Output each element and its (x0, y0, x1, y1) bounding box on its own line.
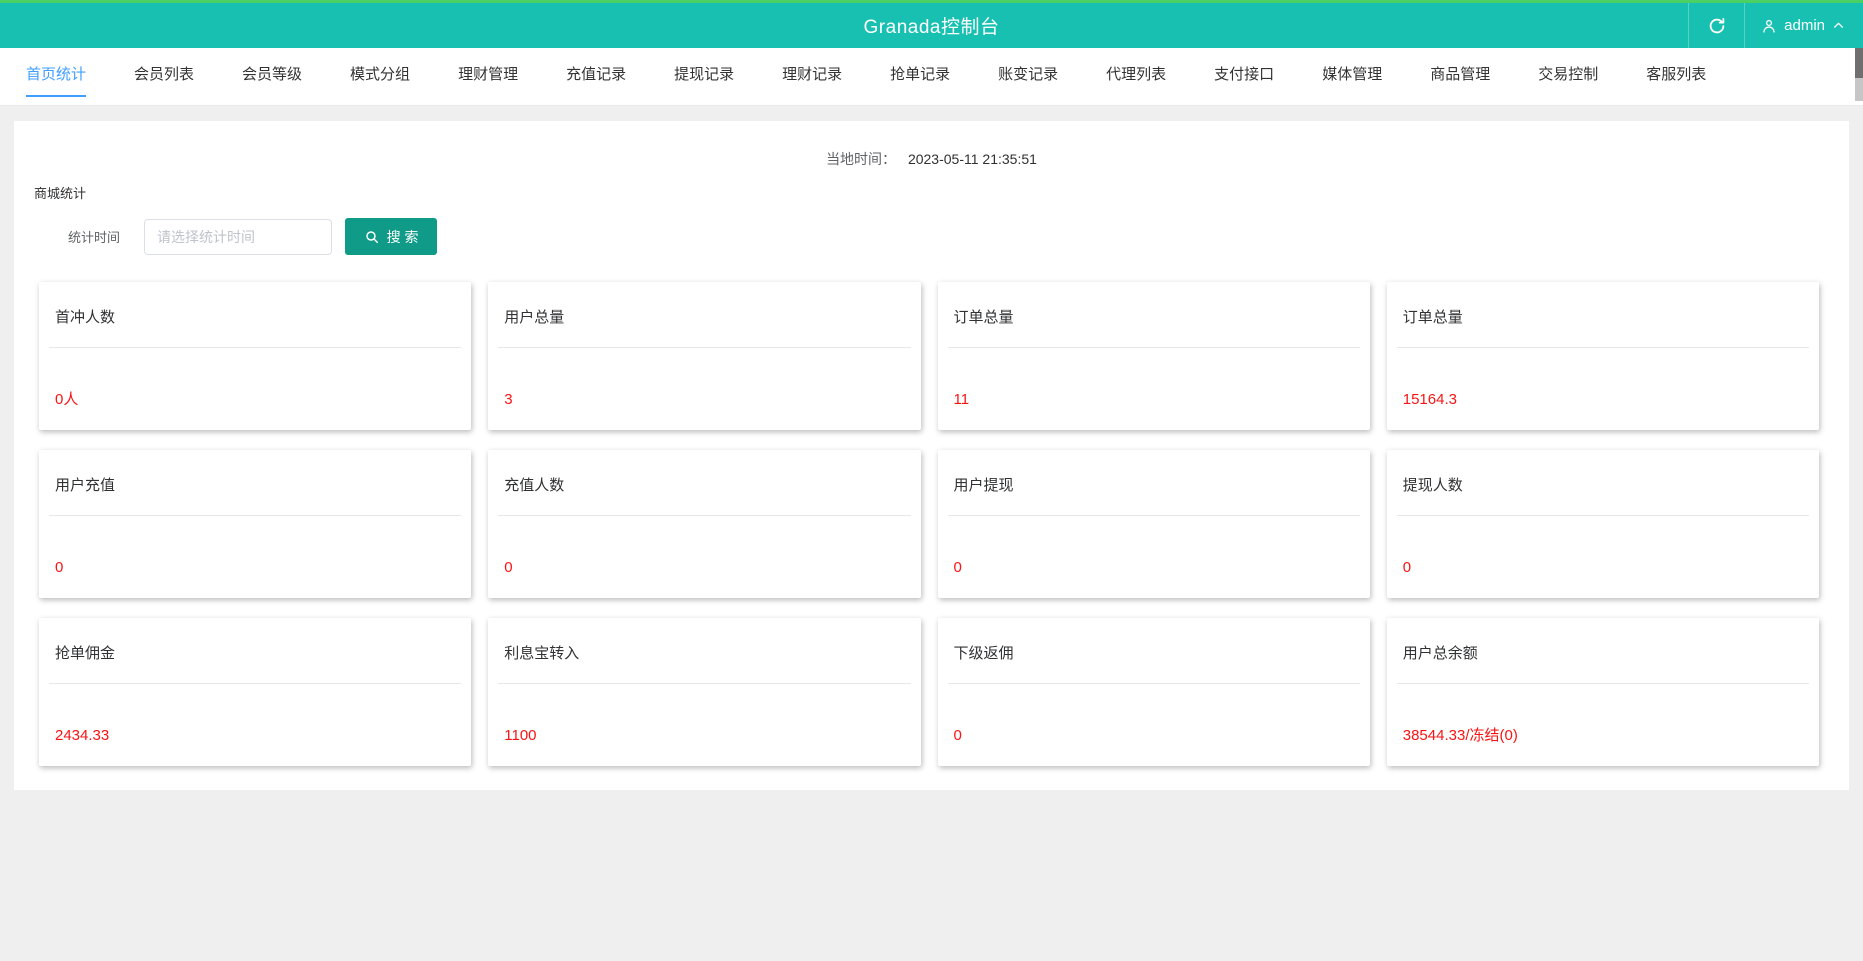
scrollbar-track (1855, 78, 1863, 101)
nav-tab-label: 代理列表 (1106, 65, 1167, 83)
app-header: Granada控制台 admin (0, 3, 1863, 48)
local-time-row: 当地时间： 2023-05-11 21:35:51 (14, 121, 1849, 169)
stat-card-value: 0 (953, 727, 962, 744)
stat-card-user-withdraw: 用户提现 0 (937, 450, 1370, 598)
search-button-label: 搜 索 (386, 228, 419, 245)
stat-card-title: 用户总余额 (1402, 645, 1478, 662)
stat-card-title: 用户总量 (504, 309, 565, 326)
search-icon (365, 230, 378, 243)
stat-card-subordinate-rebate: 下级返佣 0 (937, 618, 1370, 766)
stat-time-input[interactable] (144, 218, 333, 255)
search-button[interactable]: 搜 索 (345, 218, 438, 255)
stat-card-value: 3 (504, 391, 513, 408)
stat-card-title: 充值人数 (504, 477, 565, 494)
nav-tab-customer-service-list[interactable]: 客服列表 (1622, 57, 1730, 97)
nav-tab-label: 模式分组 (350, 65, 411, 83)
stat-card-value: 38544.33/冻结(0) (1402, 727, 1518, 744)
nav-tab-media-manage[interactable]: 媒体管理 (1298, 57, 1406, 97)
nav-tab-label: 客服列表 (1646, 65, 1707, 83)
nav-tab-trade-control[interactable]: 交易控制 (1514, 57, 1622, 97)
section-title: 商城统计 (34, 186, 87, 201)
stat-card-recharge-users: 充值人数 0 (488, 450, 921, 598)
nav-tab-label: 商品管理 (1430, 65, 1491, 83)
nav-tab-finance-records[interactable]: 理财记录 (758, 57, 866, 97)
stat-card-value: 0 (1402, 559, 1412, 576)
local-time-label: 当地时间： (826, 151, 897, 167)
nav-tab-finance-manage[interactable]: 理财管理 (434, 57, 542, 97)
scrollbar-thumb[interactable] (1855, 48, 1863, 78)
nav-tab-home-stats[interactable]: 首页统计 (2, 57, 110, 97)
stat-card-value: 1100 (504, 727, 537, 744)
stat-card-title: 下级返佣 (953, 645, 1014, 662)
nav-tab-label: 会员等级 (242, 65, 303, 83)
refresh-button[interactable] (1688, 3, 1744, 48)
stat-card-title: 首冲人数 (55, 309, 116, 326)
nav-tab-account-change-records[interactable]: 账变记录 (974, 57, 1082, 97)
user-menu[interactable]: admin (1744, 3, 1863, 48)
nav-tab-member-level[interactable]: 会员等级 (218, 57, 326, 97)
filter-label: 统计时间 (68, 230, 121, 245)
stat-card-first-recharge-users: 首冲人数 0人 (39, 282, 472, 430)
refresh-icon (1709, 17, 1724, 33)
stat-card-value: 0 (504, 559, 513, 576)
nav-tab-label: 支付接口 (1214, 65, 1275, 83)
stat-card-grab-commission: 抢单佣金 2434.33 (39, 618, 472, 766)
nav-tab-payment-api[interactable]: 支付接口 (1190, 57, 1298, 97)
stat-card-interest-transfer-in: 利息宝转入 1100 (488, 618, 921, 766)
stat-card-value: 0 (55, 559, 64, 576)
nav-tab-label: 提现记录 (674, 65, 735, 83)
stat-card-value: 0 (953, 559, 962, 576)
stat-card-title: 订单总量 (1402, 309, 1463, 326)
stat-card-title: 提现人数 (1402, 477, 1463, 494)
nav-tab-label: 理财管理 (458, 65, 519, 83)
nav-tab-product-manage[interactable]: 商品管理 (1406, 57, 1514, 97)
content-panel: 当地时间： 2023-05-11 21:35:51 商城统计 统计时间 搜 索 … (14, 121, 1849, 790)
stat-card-withdraw-users: 提现人数 0 (1386, 450, 1819, 598)
stat-card-total-order-amount: 订单总量 15164.3 (1386, 282, 1819, 430)
filter-row: 统计时间 搜 索 (68, 218, 1849, 255)
chevron-up-icon (1834, 22, 1843, 28)
stat-card-user-recharge: 用户充值 0 (39, 450, 472, 598)
nav-tab-agent-list[interactable]: 代理列表 (1082, 57, 1190, 97)
nav-tab-member-list[interactable]: 会员列表 (110, 57, 218, 97)
stat-card-title: 订单总量 (953, 309, 1014, 326)
nav-tab-recharge-records[interactable]: 充值记录 (542, 57, 650, 97)
nav-tab-label: 充值记录 (566, 65, 627, 83)
stats-grid: 首冲人数 0人 用户总量 3 订单总量 11 订单总量 15164.3 用户充值 0 充值人数 0 用户… (39, 282, 1819, 766)
nav-tab-withdraw-records[interactable]: 提现记录 (650, 57, 758, 97)
user-icon (1763, 19, 1775, 33)
stat-card-total-orders: 订单总量 11 (937, 282, 1370, 430)
stat-card-total-users: 用户总量 3 (488, 282, 921, 430)
local-time-value: 2023-05-11 21:35:51 (907, 151, 1037, 167)
nav-tab-label: 账变记录 (998, 65, 1059, 83)
stat-card-title: 利息宝转入 (504, 645, 580, 662)
nav-tab-label: 理财记录 (782, 65, 843, 83)
stat-card-value: 2434.33 (55, 727, 110, 744)
stat-card-value: 11 (953, 391, 970, 408)
nav-tab-label: 会员列表 (134, 65, 195, 83)
nav-tab-label: 抢单记录 (890, 65, 951, 83)
nav-tabs: 首页统计 会员列表 会员等级 模式分组 理财管理 充值记录 提现记录 理财记录 抢单记录 账变记录… (0, 48, 1863, 106)
app-title: Granada控制台 (863, 17, 1000, 38)
nav-tab-label: 媒体管理 (1322, 65, 1383, 83)
stat-card-title: 抢单佣金 (55, 645, 116, 662)
nav-tab-label: 交易控制 (1538, 65, 1599, 83)
nav-tab-mode-group[interactable]: 模式分组 (326, 57, 434, 97)
stat-card-value: 15164.3 (1402, 391, 1457, 408)
main-area: 当地时间： 2023-05-11 21:35:51 商城统计 统计时间 搜 索 … (0, 121, 1863, 961)
header-actions: admin (1688, 3, 1863, 48)
nav-tab-order-grab-records[interactable]: 抢单记录 (866, 57, 974, 97)
username: admin (1784, 17, 1825, 34)
vertical-scrollbar[interactable] (1855, 48, 1863, 101)
stat-card-title: 用户充值 (55, 477, 116, 494)
stat-card-value: 0人 (55, 391, 79, 408)
stat-card-user-total-balance: 用户总余额 38544.33/冻结(0) (1386, 618, 1819, 766)
stat-card-title: 用户提现 (953, 477, 1014, 494)
nav-tab-label: 首页统计 (26, 57, 87, 97)
